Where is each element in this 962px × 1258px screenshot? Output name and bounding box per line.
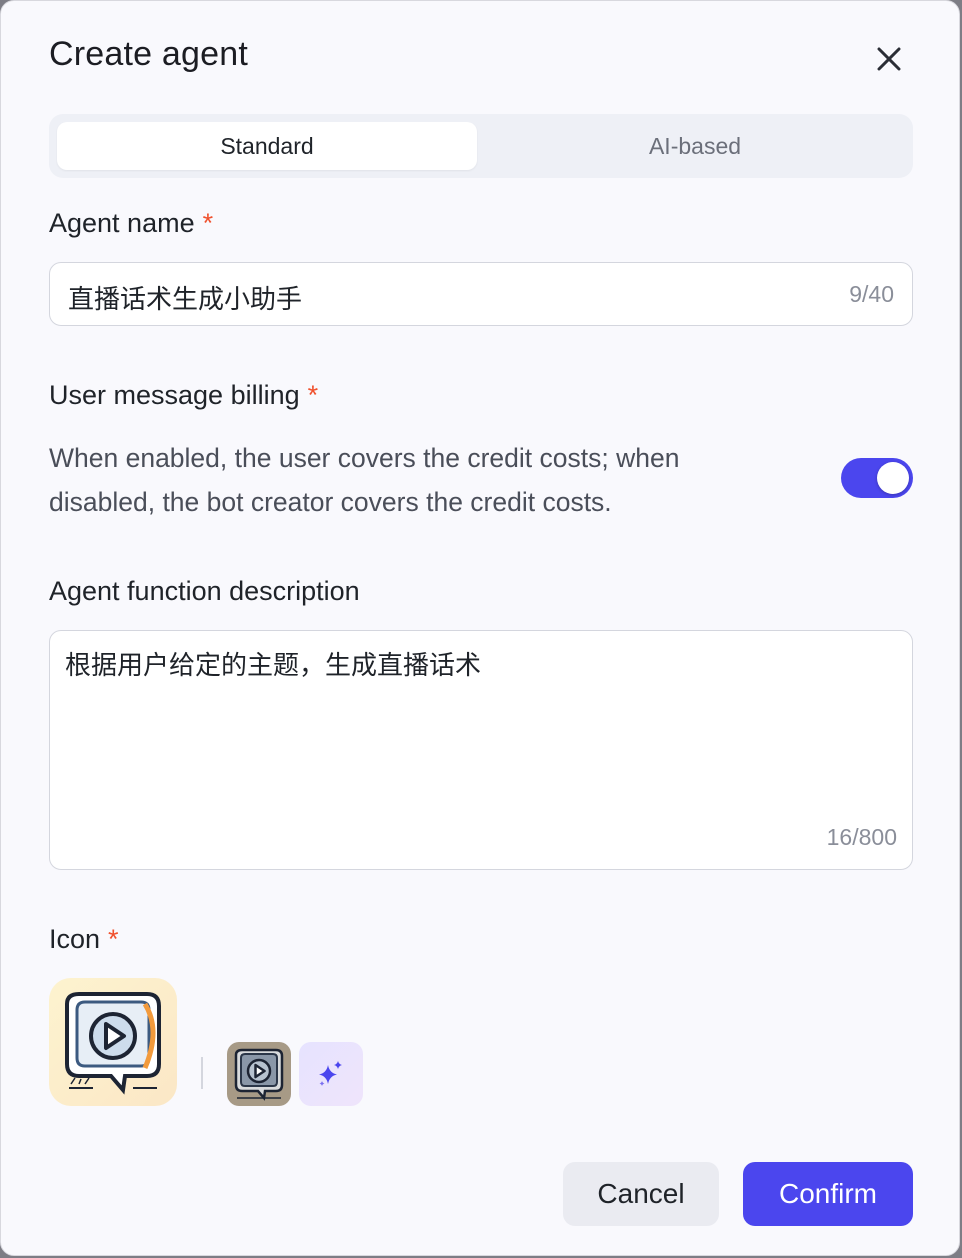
required-mark: * xyxy=(307,380,319,410)
tab-ai-based[interactable]: AI-based xyxy=(485,122,905,170)
confirm-button[interactable]: Confirm xyxy=(743,1162,913,1226)
billing-label: User message billing * xyxy=(49,380,318,411)
function-description-textarea[interactable]: 根据用户给定的主题，生成直播话术 16/800 xyxy=(49,630,913,870)
function-description-value: 根据用户给定的主题，生成直播话术 xyxy=(65,651,482,681)
icon-option-current[interactable] xyxy=(227,1042,291,1106)
icon-divider xyxy=(201,1057,203,1089)
icon-label: Icon * xyxy=(49,924,119,955)
billing-description-line-2: disabled, the bot creator covers the cre… xyxy=(49,487,612,517)
agent-name-label-text: Agent name xyxy=(49,208,195,238)
agent-name-input[interactable]: 直播话术生成小助手 9/40 xyxy=(49,262,913,326)
dialog-title: Create agent xyxy=(49,35,248,73)
agent-name-value: 直播话术生成小助手 xyxy=(68,285,303,315)
create-agent-dialog: Create agent Standard AI-based Agent nam… xyxy=(0,0,960,1256)
icon-label-text: Icon xyxy=(49,924,101,954)
sparkle-icon xyxy=(319,1061,342,1086)
live-chat-play-icon xyxy=(49,978,177,1106)
close-button[interactable] xyxy=(867,37,911,81)
billing-label-text: User message billing xyxy=(49,380,300,410)
agent-name-counter: 9/40 xyxy=(849,281,894,307)
required-mark: * xyxy=(202,208,214,238)
agent-icon-preview[interactable] xyxy=(49,978,177,1106)
ai-generate-icon-button[interactable] xyxy=(299,1042,363,1106)
function-description-counter: 16/800 xyxy=(826,824,897,850)
billing-toggle[interactable] xyxy=(841,458,913,498)
agent-name-label: Agent name * xyxy=(49,208,213,239)
live-chat-play-icon xyxy=(227,1042,291,1106)
billing-description: When enabled, the user covers the credit… xyxy=(49,436,789,524)
billing-description-line-1: When enabled, the user covers the credit… xyxy=(49,443,680,473)
mode-segmented-control: Standard AI-based xyxy=(49,114,913,178)
function-description-label: Agent function description xyxy=(49,576,360,606)
required-mark: * xyxy=(108,924,119,954)
close-icon xyxy=(877,47,901,71)
tab-standard[interactable]: Standard xyxy=(57,122,477,170)
cancel-button[interactable]: Cancel xyxy=(563,1162,719,1226)
toggle-knob xyxy=(877,462,909,494)
